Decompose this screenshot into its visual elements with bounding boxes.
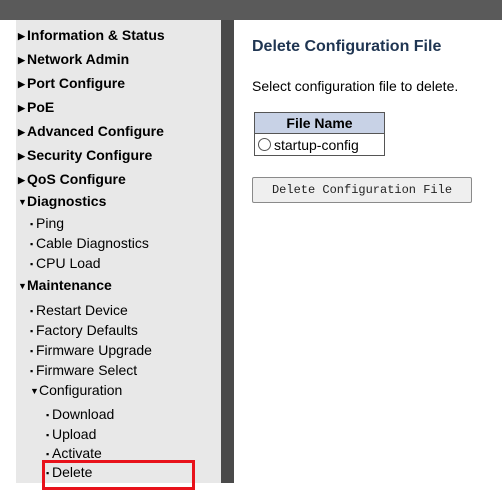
sidebar-item-network-admin[interactable]: ▶ Network Admin: [18, 50, 129, 69]
caret-down-icon: ▼: [30, 386, 39, 396]
caret-right-icon: ▶: [18, 31, 25, 41]
sidebar-nav: ▶ Information & Status ▶ Network Admin ▶ Po…: [16, 20, 221, 483]
sidebar-item-download[interactable]: ▪ Download: [46, 405, 114, 424]
sidebar-item-cpu-load[interactable]: ▪ CPU Load: [30, 254, 101, 273]
sidebar-item-label: QoS Configure: [27, 171, 126, 187]
sidebar-item-restart-device[interactable]: ▪ Restart Device: [30, 301, 128, 320]
sidebar-item-security-configure[interactable]: ▶ Security Configure: [18, 146, 152, 165]
sidebar-item-factory-defaults[interactable]: ▪ Factory Defaults: [30, 321, 138, 340]
table-row: startup-config: [254, 133, 385, 156]
sidebar-item-label: Diagnostics: [27, 193, 107, 209]
sidebar-item-poe[interactable]: ▶ PoE: [18, 98, 54, 117]
sidebar-item-maintenance[interactable]: ▼Maintenance: [18, 276, 112, 295]
caret-right-icon: ▶: [18, 151, 25, 161]
caret-right-icon: ▶: [18, 55, 25, 65]
main-content: Delete Configuration File Select configu…: [234, 20, 502, 483]
file-name-column-header: File Name: [254, 112, 385, 134]
sidebar-item-label: Network Admin: [27, 51, 130, 67]
file-name-label: startup-config: [274, 136, 359, 153]
delete-configuration-file-button[interactable]: Delete Configuration File: [252, 177, 472, 203]
sidebar-item-label: Firmware Upgrade: [36, 342, 152, 358]
instructions-text: Select configuration file to delete.: [252, 78, 459, 94]
sidebar-item-label: Configuration: [39, 382, 123, 398]
caret-right-icon: ▶: [18, 79, 25, 89]
caret-down-icon: ▼: [18, 197, 27, 207]
sidebar-item-label: Activate: [52, 445, 102, 461]
sidebar-item-label: CPU Load: [36, 255, 101, 271]
delete-item-highlight: [42, 460, 195, 490]
sidebar-item-label: Maintenance: [27, 277, 112, 293]
sidebar-item-firmware-select[interactable]: ▪ Firmware Select: [30, 361, 137, 380]
page-title: Delete Configuration File: [252, 38, 442, 55]
sidebar-item-qos-configure[interactable]: ▶ QoS Configure: [18, 170, 126, 189]
sidebar-item-label: Upload: [52, 426, 97, 442]
sidebar-item-label: Download: [52, 406, 115, 422]
file-select-radio[interactable]: [258, 137, 271, 151]
caret-down-icon: ▼: [18, 281, 27, 291]
sidebar-item-ping[interactable]: ▪ Ping: [30, 214, 64, 233]
frame-divider[interactable]: [221, 20, 234, 483]
sidebar-item-label: Firmware Select: [36, 362, 138, 378]
top-bar: [0, 0, 502, 20]
sidebar-item-label: Factory Defaults: [36, 322, 138, 338]
sidebar-item-cable-diagnostics[interactable]: ▪ Cable Diagnostics: [30, 234, 149, 253]
caret-right-icon: ▶: [18, 127, 25, 137]
sidebar-item-label: Information & Status: [27, 27, 165, 43]
sidebar-item-diagnostics[interactable]: ▼Diagnostics: [18, 192, 106, 211]
caret-right-icon: ▶: [18, 175, 25, 185]
sidebar-item-label: Restart Device: [36, 302, 128, 318]
file-row-startup-config[interactable]: startup-config: [254, 133, 385, 156]
sidebar-item-label: Port Configure: [27, 75, 125, 91]
sidebar-item-upload[interactable]: ▪ Upload: [46, 425, 96, 444]
sidebar-item-port-configure[interactable]: ▶ Port Configure: [18, 74, 125, 93]
sidebar-item-label: Ping: [36, 215, 65, 231]
sidebar-item-label: PoE: [27, 99, 55, 115]
file-table: File Name startup-config: [254, 112, 385, 156]
sidebar-item-advanced-configure[interactable]: ▶ Advanced Configure: [18, 122, 164, 141]
sidebar-item-label: Advanced Configure: [27, 123, 164, 139]
sidebar-item-information-status[interactable]: ▶ Information & Status: [18, 26, 165, 45]
sidebar-item-label: Cable Diagnostics: [36, 235, 149, 251]
sidebar-item-label: Security Configure: [27, 147, 153, 163]
sidebar-item-configuration[interactable]: ▼Configuration: [30, 381, 122, 400]
sidebar-item-firmware-upgrade[interactable]: ▪ Firmware Upgrade: [30, 341, 152, 360]
caret-right-icon: ▶: [18, 103, 25, 113]
